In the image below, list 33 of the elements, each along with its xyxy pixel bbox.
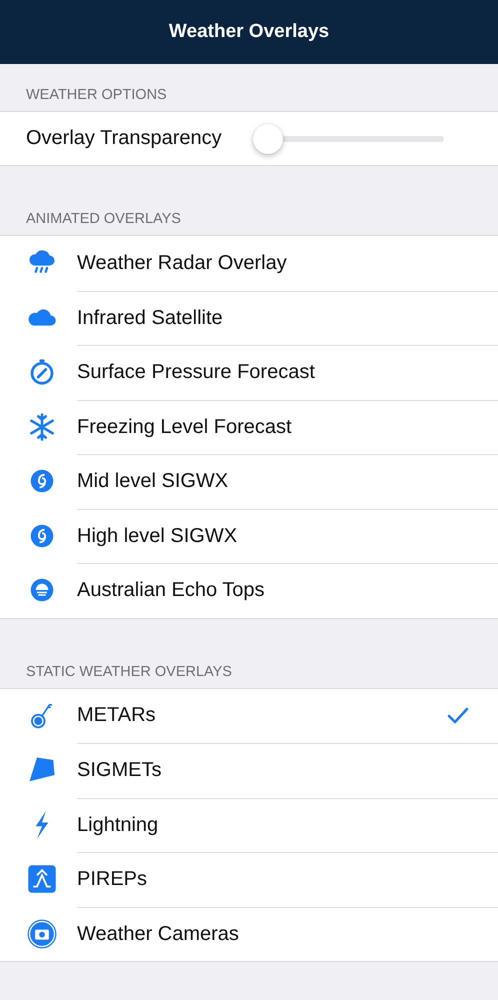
overlay-row[interactable]: Surface Pressure Forecast: [0, 345, 498, 400]
overlay-row[interactable]: Weather Cameras: [0, 906, 498, 961]
overlay-row[interactable]: METARs: [0, 688, 498, 743]
overlay-label: Weather Cameras: [77, 922, 239, 946]
overlay-row[interactable]: High level SIGWX: [0, 508, 498, 563]
nav-title: Weather Overlays: [168, 21, 330, 43]
pirep-icon: [27, 864, 57, 894]
section-header: WEATHER OPTIONS: [26, 87, 167, 103]
overlay-label: Lightning: [77, 814, 158, 837]
overlay-label: Freezing Level Forecast: [77, 416, 292, 439]
overlay-row[interactable]: Freezing Level Forecast: [0, 400, 498, 454]
overlay-label: High level SIGWX: [77, 524, 238, 548]
overlay-label: Infrared Satellite: [77, 306, 223, 330]
camera-icon: [27, 918, 57, 949]
overlay-label: METARs: [77, 704, 156, 728]
overlay-row[interactable]: Mid level SIGWX: [0, 454, 498, 508]
row-label: Overlay Transparency: [26, 127, 222, 150]
snowflake-icon: [27, 412, 57, 442]
section-header: ANIMATED OVERLAYS: [26, 211, 181, 227]
overlay-row[interactable]: Infrared Satellite: [0, 290, 498, 345]
overlay-row[interactable]: SIGMETs: [0, 743, 498, 798]
overlay-row[interactable]: Weather Radar Overlay: [0, 236, 498, 290]
overlay-label: PIREPs: [77, 868, 148, 892]
overlay-row[interactable]: PIREPs: [0, 852, 498, 906]
overlay-label: Surface Pressure Forecast: [77, 361, 315, 384]
overlay-label: Weather Radar Overlay: [77, 252, 287, 275]
overlay-label: SIGMETs: [77, 759, 162, 782]
overlay-label: Australian Echo Tops: [77, 579, 265, 602]
overlay-row[interactable]: Australian Echo Tops: [0, 563, 498, 618]
section-header: STATIC WEATHER OVERLAYS: [26, 664, 232, 680]
overlay-label: Mid level SIGWX: [77, 470, 228, 494]
slider-thumb[interactable]: [252, 124, 283, 154]
overlay-row[interactable]: Lightning: [0, 798, 498, 852]
